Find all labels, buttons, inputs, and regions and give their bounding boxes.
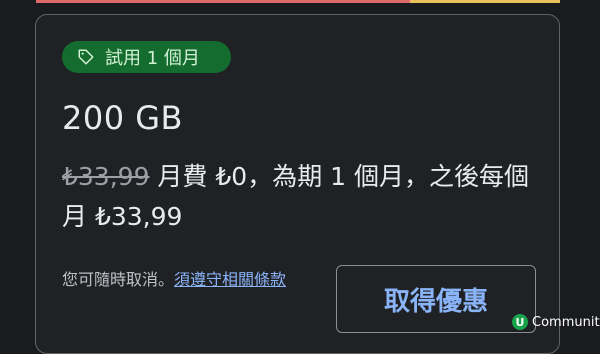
- color-bar-red-segment: [36, 0, 410, 3]
- get-offer-button[interactable]: 取得優惠: [336, 265, 536, 333]
- community-watermark: U Community: [512, 314, 600, 330]
- cancel-note: 您可隨時取消。須遵守相關條款: [62, 266, 286, 290]
- top-color-bar: [36, 0, 560, 3]
- terms-link[interactable]: 須遵守相關條款: [174, 270, 286, 289]
- trial-badge: 試用 1 個月: [62, 41, 231, 73]
- trial-badge-label: 試用 1 個月: [105, 48, 200, 69]
- community-watermark-text: Community: [532, 314, 600, 330]
- plan-offer-card[interactable]: 試用 1 個月 200 GB ₺33,99 月費 ₺0，為期 1 個月，之後每個…: [35, 14, 560, 354]
- community-logo-icon: U: [512, 314, 528, 330]
- price-description: ₺33,99 月費 ₺0，為期 1 個月，之後每個月 ₺33,99: [62, 157, 552, 237]
- tag-icon: [77, 48, 95, 66]
- original-price: ₺33,99: [62, 162, 150, 191]
- plan-title: 200 GB: [62, 99, 183, 137]
- color-bar-yellow-segment: [410, 0, 560, 3]
- cancel-note-text: 您可隨時取消。: [62, 270, 175, 289]
